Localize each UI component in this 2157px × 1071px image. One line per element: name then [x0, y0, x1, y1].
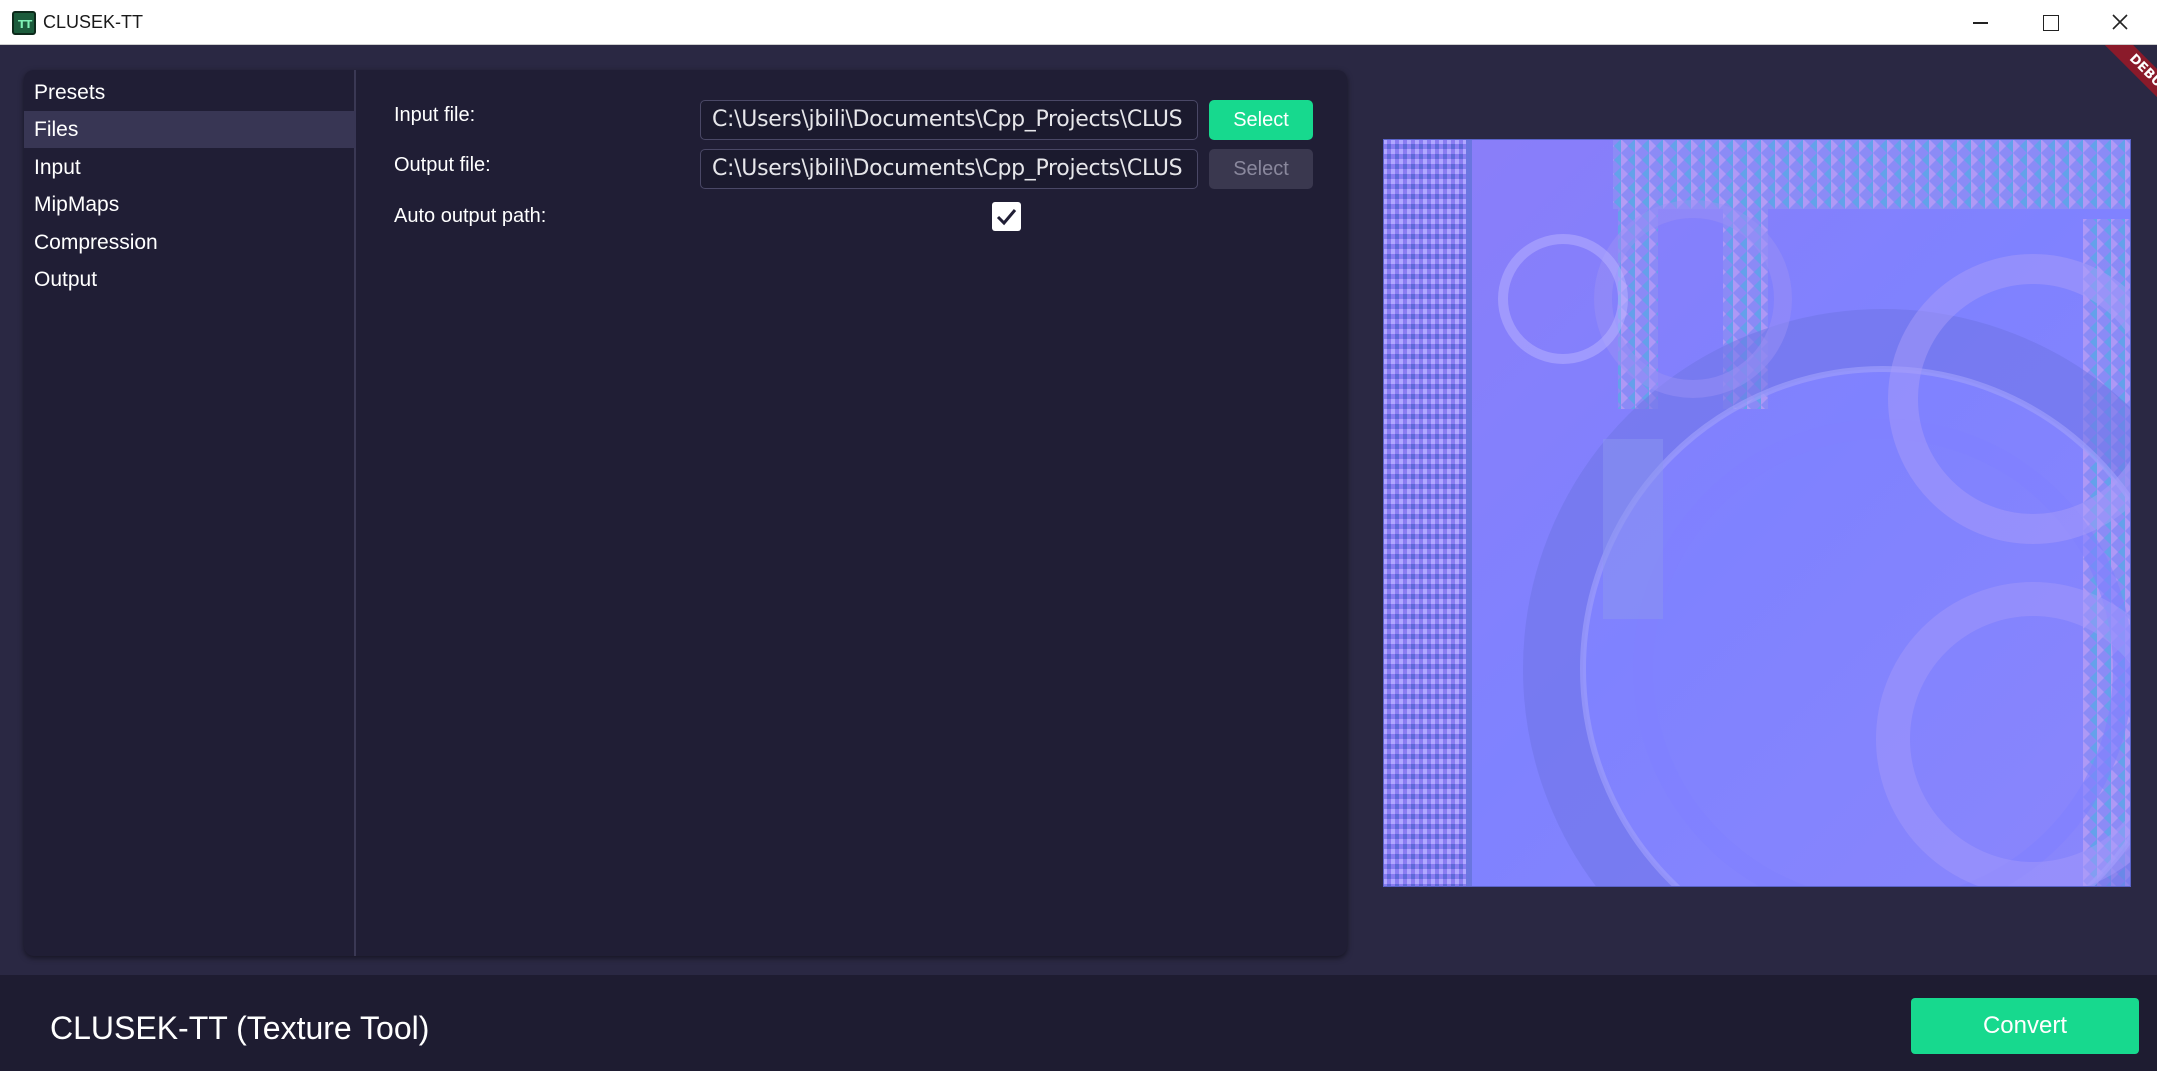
sidebar-item-mipmaps[interactable]: MipMaps: [24, 186, 356, 223]
sidebar-item-label: Input: [34, 156, 81, 179]
sidebar-item-files[interactable]: Files: [24, 111, 356, 148]
sidebar-item-presets[interactable]: Presets: [24, 74, 356, 111]
maximize-icon[interactable]: [2015, 0, 2085, 45]
sidebar-item-label: Compression: [34, 231, 158, 254]
auto-output-checkbox[interactable]: [992, 202, 1021, 231]
sidebar: Presets Files Input MipMaps Compression …: [24, 70, 356, 956]
output-select-button[interactable]: Select: [1209, 149, 1313, 189]
auto-output-label: Auto output path:: [394, 205, 547, 227]
sidebar-item-input[interactable]: Input: [24, 149, 356, 186]
output-file-field[interactable]: C:\Users\jbili\Documents\Cpp_Projects\CL…: [700, 149, 1198, 189]
normal-map-texture-preview: [1383, 139, 2131, 887]
minimize-icon[interactable]: [1945, 0, 2015, 45]
app-caption: CLUSEK-TT (Texture Tool): [50, 1010, 430, 1046]
sidebar-item-compression[interactable]: Compression: [24, 224, 356, 261]
close-icon[interactable]: [2085, 0, 2155, 45]
convert-button[interactable]: Convert: [1911, 998, 2139, 1054]
sidebar-item-label: Output: [34, 268, 98, 291]
sidebar-item-label: Presets: [34, 81, 106, 104]
bottom-bar: CLUSEK-TT (Texture Tool) Convert: [0, 975, 2157, 1071]
checkmark-icon: [996, 209, 1017, 226]
settings-panel: Presets Files Input MipMaps Compression …: [24, 70, 1347, 956]
texture-preview: [1383, 139, 2131, 887]
title-bar: CLUSEK-TT: [0, 0, 2157, 45]
window-title: CLUSEK-TT: [43, 12, 144, 32]
input-file-label: Input file:: [394, 104, 476, 126]
input-file-field[interactable]: C:\Users\jbili\Documents\Cpp_Projects\CL…: [700, 100, 1198, 140]
app-icon: [12, 11, 36, 35]
input-select-button[interactable]: Select: [1209, 100, 1313, 140]
output-file-label: Output file:: [394, 154, 491, 176]
sidebar-item-label: MipMaps: [34, 193, 120, 216]
sidebar-item-output[interactable]: Output: [24, 261, 356, 298]
sidebar-item-label: Files: [34, 118, 79, 141]
debug-label: DEBUG: [2099, 45, 2157, 125]
debug-ribbon: DEBUG: [2077, 45, 2157, 125]
